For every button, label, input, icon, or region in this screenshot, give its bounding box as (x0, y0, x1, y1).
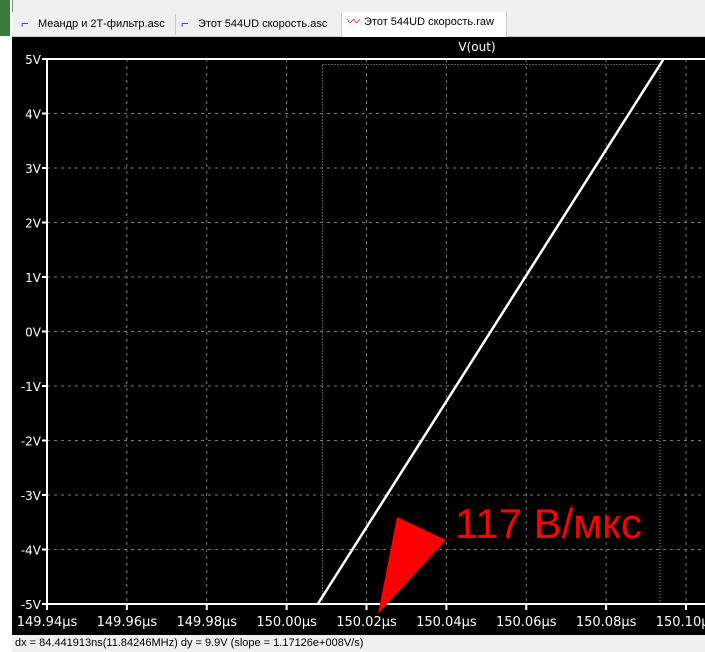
background-window-edge (0, 0, 10, 36)
waveform-icon: 〰 (347, 14, 361, 29)
y-tick-label: 2V (25, 217, 42, 231)
y-tick-label: 4V (25, 108, 42, 122)
tab-label: Этот 544UD скорость.asc (198, 18, 328, 30)
schematic-icon: ⌐ (181, 16, 189, 31)
trace-label-vout[interactable]: V(out) (458, 40, 495, 54)
y-tick-label: -3V (21, 489, 42, 503)
y-tick-label: -2V (21, 435, 42, 449)
y-tick-label: 5V (25, 53, 42, 67)
tab-label: Меандр и 2Т-фильтр.asc (38, 18, 165, 30)
tab-544ud-raw[interactable]: 〰 Этот 544UD скорость.raw (342, 12, 507, 37)
status-bar: dx = 84.441913ns(11.84246MHz) dy = 9.9V … (12, 635, 705, 652)
x-tick-label: 150.04µs (416, 615, 477, 630)
x-tick-label: 149.96µs (97, 615, 158, 630)
y-tick-label: 3V (25, 162, 42, 176)
x-tick-label: 150.02µs (336, 615, 397, 630)
tab-label: Этот 544UD скорость.raw (364, 16, 494, 28)
x-tick-label: 149.94µs (17, 615, 78, 630)
y-tick-label: 1V (25, 271, 42, 285)
x-tick-label: 150.00µs (256, 615, 317, 630)
x-tick-label: 150.10µs (656, 615, 705, 630)
y-tick-label: -4V (21, 544, 42, 558)
y-tick-label: -1V (21, 380, 42, 394)
x-tick-label: 150.08µs (576, 615, 637, 630)
x-tick-label: 150.06µs (496, 615, 557, 630)
y-tick-label: -5V (21, 598, 42, 612)
tab-meander-asc[interactable]: ⌐ Меандр и 2Т-фильтр.asc (16, 14, 176, 35)
y-tick-label: 0V (25, 326, 42, 340)
schematic-icon: ⌐ (21, 16, 29, 31)
slew-rate-annotation: 117 В/мкс (455, 500, 643, 547)
tab-bar: ⌐ Меандр и 2Т-фильтр.asc ⌐ Этот 544UD скор… (12, 12, 705, 37)
x-tick-label: 149.98µs (176, 615, 237, 630)
tab-544ud-asc[interactable]: ⌐ Этот 544UD скорость.asc (176, 14, 342, 35)
